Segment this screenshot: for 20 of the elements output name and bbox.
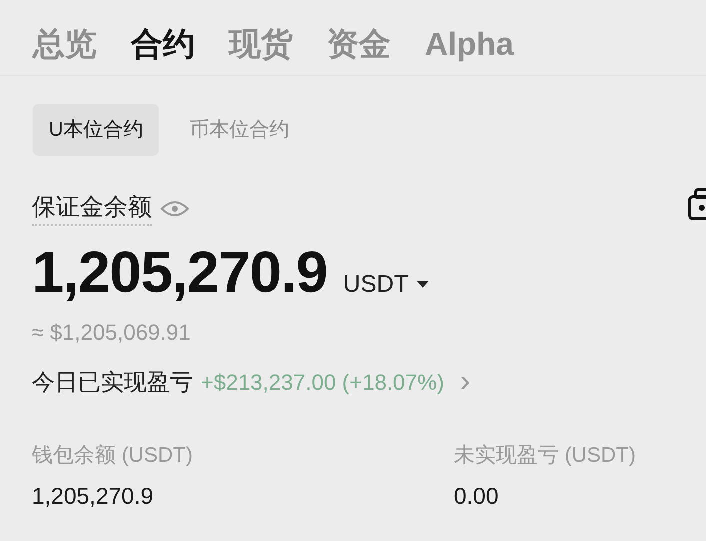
balance-amount: 1,205,270.9	[32, 240, 328, 306]
subtab[interactable]: U本位合约	[33, 104, 160, 156]
pnl-value: +$213,237.00 (+18.07%)	[201, 368, 444, 397]
unit-dropdown[interactable]: USDT	[343, 267, 429, 303]
fiat-value: ≈ $1,205,069.91	[32, 319, 192, 347]
stat-value: 0.00	[454, 482, 500, 511]
tab[interactable]: Alpha	[425, 12, 514, 75]
pnl-label: 今日已实现盈亏	[32, 368, 193, 397]
tab[interactable]: 总览	[33, 12, 97, 75]
camera-icon[interactable]	[688, 188, 706, 222]
tab[interactable]: 合约	[131, 12, 195, 75]
stat-value: 1,205,270.9	[32, 482, 155, 511]
tab[interactable]: 资金	[327, 12, 391, 75]
caret-icon	[416, 281, 429, 289]
subtab[interactable]: 币本位合约	[173, 104, 306, 156]
stat-label: 钱包余额 (USDT)	[32, 442, 194, 468]
tab[interactable]: 现货	[229, 12, 293, 75]
chevron-icon[interactable]: ›	[460, 370, 470, 394]
balance-label: 保证金余额	[32, 192, 152, 226]
stat-label: 未实现盈亏 (USDT)	[454, 442, 636, 468]
